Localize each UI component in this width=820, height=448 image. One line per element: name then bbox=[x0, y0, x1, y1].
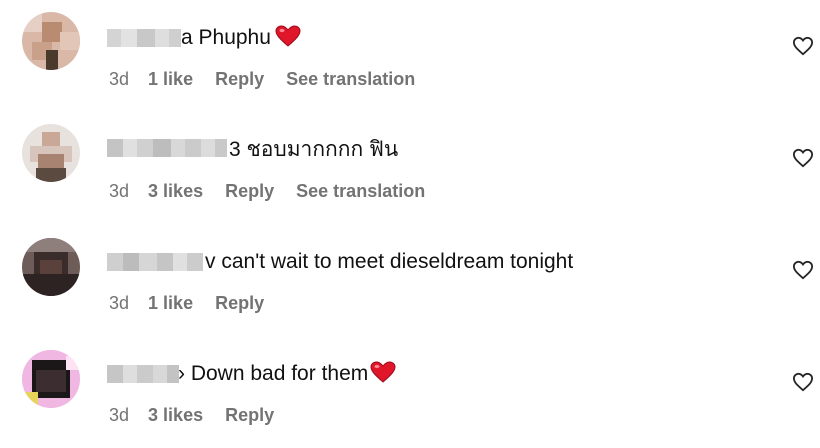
comment-meta: 3d 3 likes Reply See translation bbox=[109, 180, 442, 202]
username-blurred[interactable] bbox=[107, 28, 181, 48]
comment-meta: 3d 1 like Reply bbox=[109, 292, 281, 314]
comment-body: › Down bad for them bbox=[178, 362, 369, 385]
see-translation-button[interactable]: See translation bbox=[286, 68, 415, 90]
heart-outline-icon[interactable] bbox=[792, 372, 814, 392]
like-count[interactable]: 1 like bbox=[148, 292, 193, 314]
like-count[interactable]: 1 like bbox=[148, 68, 193, 90]
comment-text: a Phuphu bbox=[181, 25, 301, 51]
username-blurred[interactable] bbox=[107, 252, 203, 272]
comment-meta: 3d 3 likes Reply bbox=[109, 404, 291, 426]
like-count[interactable]: 3 likes bbox=[148, 404, 203, 426]
comment-item: a Phuphu 3d 1 like Reply See translation bbox=[0, 0, 820, 112]
comment-meta: 3d 1 like Reply See translation bbox=[109, 68, 432, 90]
avatar[interactable] bbox=[22, 238, 80, 296]
comment-text: 3 ชอบมากกกก ฟิน bbox=[229, 137, 398, 163]
reply-button[interactable]: Reply bbox=[215, 292, 264, 314]
comment-body: 3 ชอบมากกกก ฟิน bbox=[229, 138, 399, 161]
comment-item: v can't wait to meet dieseldream tonight… bbox=[0, 224, 820, 336]
heart-outline-icon[interactable] bbox=[792, 260, 814, 280]
reply-button[interactable]: Reply bbox=[225, 180, 274, 202]
username-blurred[interactable] bbox=[107, 364, 179, 384]
username-blurred[interactable] bbox=[107, 138, 227, 158]
like-count[interactable]: 3 likes bbox=[148, 180, 203, 202]
avatar[interactable] bbox=[22, 350, 80, 408]
red-heart-emoji bbox=[275, 25, 301, 47]
comment-item: 3 ชอบมากกกก ฟิน 3d 3 likes Reply See tra… bbox=[0, 112, 820, 224]
comment-text: › Down bad for them bbox=[178, 361, 396, 387]
timestamp: 3d bbox=[109, 69, 130, 89]
timestamp: 3d bbox=[109, 405, 130, 425]
reply-button[interactable]: Reply bbox=[225, 404, 274, 426]
reply-button[interactable]: Reply bbox=[215, 68, 264, 90]
avatar[interactable] bbox=[22, 12, 80, 70]
comment-text: v can't wait to meet dieseldream tonight bbox=[205, 249, 573, 275]
red-heart-emoji bbox=[370, 361, 396, 383]
timestamp: 3d bbox=[109, 181, 130, 201]
avatar[interactable] bbox=[22, 124, 80, 182]
see-translation-button[interactable]: See translation bbox=[296, 180, 425, 202]
heart-outline-icon[interactable] bbox=[792, 36, 814, 56]
comment-item: › Down bad for them 3d 3 likes Reply bbox=[0, 336, 820, 448]
comment-body: v can't wait to meet dieseldream tonight bbox=[205, 250, 574, 273]
timestamp: 3d bbox=[109, 293, 130, 313]
heart-outline-icon[interactable] bbox=[792, 148, 814, 168]
comment-body: a Phuphu bbox=[181, 26, 271, 49]
